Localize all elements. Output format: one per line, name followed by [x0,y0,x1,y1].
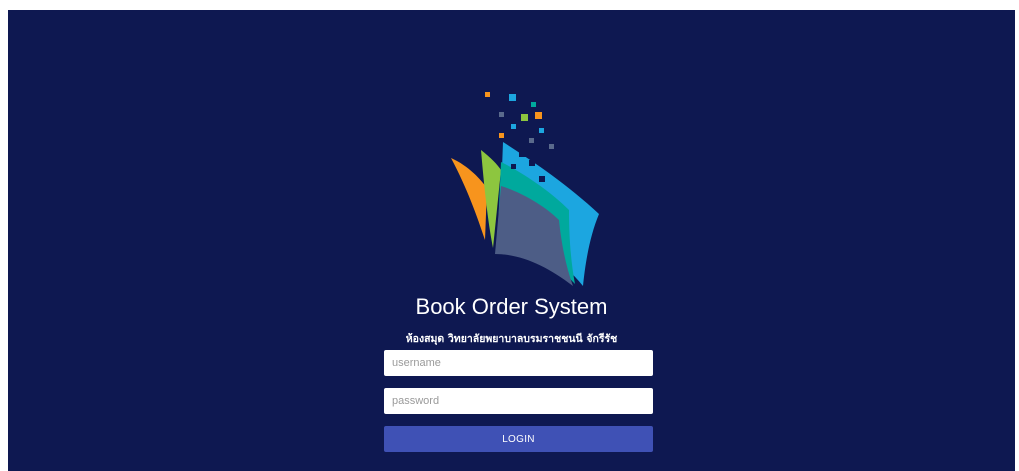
book-logo-icon [451,92,599,286]
password-input[interactable] [384,388,653,414]
username-input[interactable] [384,350,653,376]
login-page: Book Order System ห้องสมุด วิทยาลัยพยาบา… [8,10,1015,471]
app-title: Book Order System [415,294,608,319]
login-button[interactable]: LOGIN [384,426,653,452]
library-subtitle: ห้องสมุด วิทยาลัยพยาบาลบรมราชชนนี จักรีร… [405,333,618,345]
